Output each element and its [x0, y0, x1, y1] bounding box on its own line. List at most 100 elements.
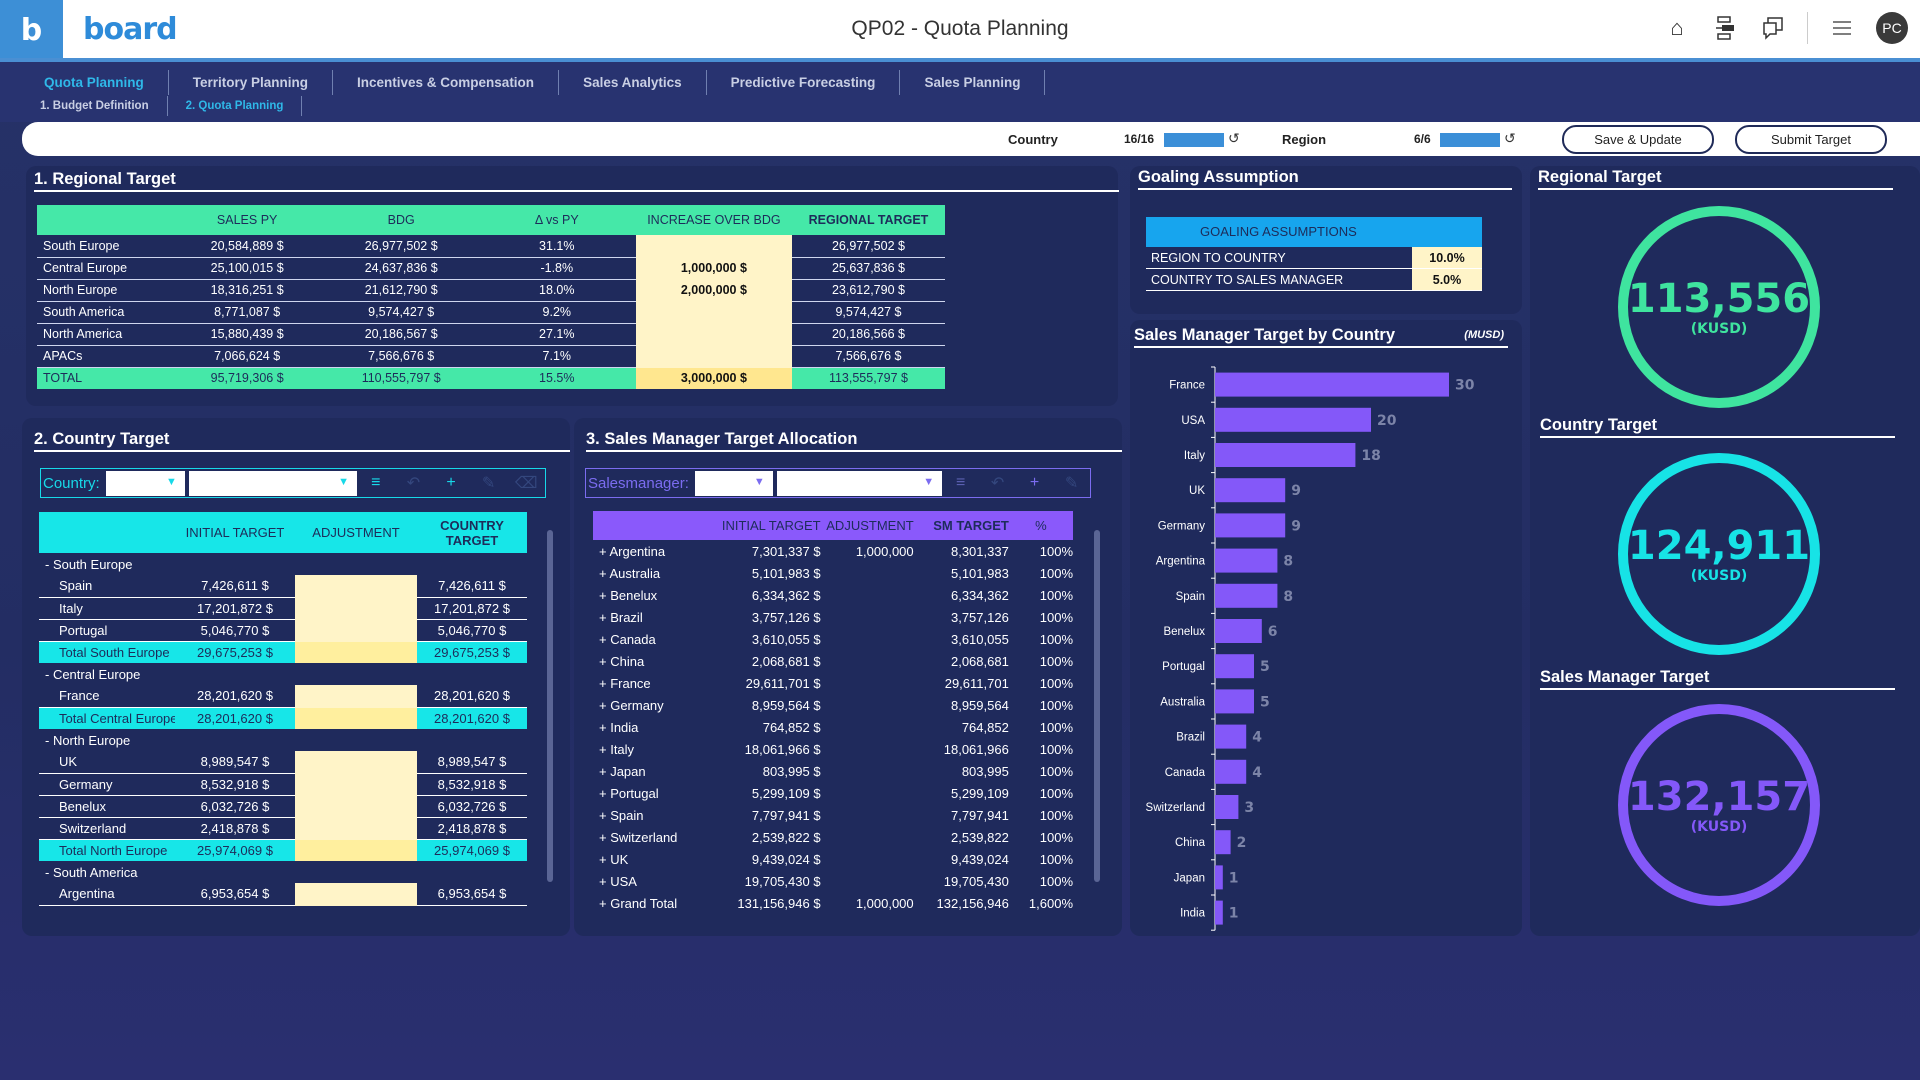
- country-select-2[interactable]: ▼: [188, 470, 358, 496]
- board-logo-icon[interactable]: b: [0, 0, 63, 60]
- salesmanager-select-2[interactable]: ▼: [776, 470, 943, 496]
- nav-tab[interactable]: Sales Analytics: [559, 70, 707, 95]
- bar[interactable]: [1215, 548, 1278, 573]
- nav-subtab[interactable]: 2. Quota Planning: [168, 96, 303, 116]
- country-table-scrollbar[interactable]: [547, 530, 553, 882]
- nav-tab[interactable]: Sales Planning: [900, 70, 1046, 95]
- region-filter-selector[interactable]: [1440, 133, 1500, 147]
- bar[interactable]: [1215, 795, 1239, 819]
- country-select-1[interactable]: ▼: [105, 470, 185, 496]
- expand-row-name[interactable]: + China: [593, 650, 717, 672]
- expand-row-name[interactable]: + Canada: [593, 628, 717, 650]
- group-name[interactable]: - Central Europe: [39, 663, 527, 685]
- adjustment-input[interactable]: [821, 628, 914, 650]
- group-name[interactable]: - South Europe: [39, 553, 527, 575]
- expand-row-name[interactable]: + India: [593, 716, 717, 738]
- user-avatar[interactable]: PC: [1876, 12, 1908, 44]
- adjustment-input[interactable]: [295, 817, 417, 840]
- bar[interactable]: [1215, 724, 1247, 749]
- adjustment-input[interactable]: [295, 751, 417, 774]
- expand-row-name[interactable]: + Benelux: [593, 584, 717, 606]
- bar[interactable]: [1215, 759, 1247, 784]
- nav-tab[interactable]: Territory Planning: [169, 70, 334, 95]
- add-icon[interactable]: +: [432, 474, 470, 492]
- group-name[interactable]: - South America: [39, 861, 527, 883]
- bar[interactable]: [1215, 478, 1286, 503]
- cell-increase[interactable]: 1,000,000 $: [635, 257, 792, 280]
- expand-row-name[interactable]: + USA: [593, 870, 717, 892]
- expand-row-name[interactable]: + Grand Total: [593, 892, 717, 914]
- adjustment-input[interactable]: [821, 650, 914, 672]
- cell-increase[interactable]: [635, 301, 792, 324]
- adjustment-input[interactable]: [821, 804, 914, 826]
- adjustment-input[interactable]: [821, 782, 914, 804]
- adjustment-input[interactable]: [295, 597, 417, 620]
- adjustment-input[interactable]: [295, 619, 417, 642]
- adjustment-input[interactable]: [295, 839, 417, 861]
- save-update-button[interactable]: Save & Update: [1562, 125, 1714, 154]
- adjustment-input[interactable]: [295, 707, 417, 729]
- cell-increase[interactable]: 2,000,000 $: [635, 279, 792, 302]
- expand-row-name[interactable]: + Portugal: [593, 782, 717, 804]
- bar[interactable]: [1215, 407, 1371, 432]
- cell-increase[interactable]: [635, 235, 792, 258]
- adjustment-input[interactable]: 1,000,000: [821, 540, 914, 562]
- adjustment-input[interactable]: [821, 760, 914, 782]
- add-icon[interactable]: +: [1016, 474, 1053, 492]
- expand-row-name[interactable]: + Spain: [593, 804, 717, 826]
- expand-row-name[interactable]: + Germany: [593, 694, 717, 716]
- country-to-sm-input[interactable]: 5.0%: [1412, 269, 1482, 290]
- adjustment-input[interactable]: [821, 870, 914, 892]
- nav-subtab[interactable]: 1. Budget Definition: [22, 96, 168, 116]
- bar[interactable]: [1215, 654, 1254, 679]
- expand-row-name[interactable]: + Brazil: [593, 606, 717, 628]
- expand-row-name[interactable]: + Argentina: [593, 540, 717, 562]
- sm-table-scrollbar[interactable]: [1094, 530, 1100, 882]
- adjustment-input[interactable]: [295, 685, 417, 708]
- edit-icon[interactable]: ✎: [1053, 473, 1090, 493]
- adjustment-input[interactable]: [821, 716, 914, 738]
- undo-icon[interactable]: ↶: [979, 473, 1016, 493]
- adjustment-input[interactable]: [821, 562, 914, 584]
- screen-list-icon[interactable]: [1711, 14, 1739, 42]
- group-name[interactable]: - North Europe: [39, 729, 527, 751]
- adjustment-input[interactable]: [295, 773, 417, 796]
- adjustment-input[interactable]: [821, 738, 914, 760]
- bar[interactable]: [1215, 619, 1262, 643]
- adjustment-input[interactable]: [821, 694, 914, 716]
- adjustment-input[interactable]: 1,000,000: [821, 892, 914, 914]
- expand-row-name[interactable]: + Australia: [593, 562, 717, 584]
- adjustment-input[interactable]: [295, 575, 417, 598]
- adjustment-input[interactable]: [821, 826, 914, 848]
- adjustment-input[interactable]: [295, 883, 417, 906]
- home-icon[interactable]: ⌂: [1663, 14, 1691, 42]
- eraser-icon[interactable]: ⌫: [507, 473, 545, 493]
- adjustment-input[interactable]: [295, 795, 417, 818]
- adjustment-input[interactable]: [295, 641, 417, 663]
- expand-row-name[interactable]: + UK: [593, 848, 717, 870]
- chat-icon[interactable]: [1759, 14, 1787, 42]
- bar[interactable]: [1215, 900, 1223, 925]
- cell-increase[interactable]: 3,000,000 $: [635, 367, 792, 389]
- undo-icon[interactable]: ↶: [395, 473, 433, 493]
- adjustment-input[interactable]: [821, 606, 914, 628]
- adjustment-input[interactable]: [821, 848, 914, 870]
- expand-row-name[interactable]: + Italy: [593, 738, 717, 760]
- expand-row-name[interactable]: + France: [593, 672, 717, 694]
- bar[interactable]: [1215, 443, 1356, 467]
- nav-tab[interactable]: Quota Planning: [22, 70, 169, 95]
- hamburger-menu-icon[interactable]: [1828, 14, 1856, 42]
- nav-tab[interactable]: Incentives & Compensation: [333, 70, 560, 95]
- country-filter-selector[interactable]: [1164, 133, 1224, 147]
- adjustment-input[interactable]: [821, 584, 914, 606]
- bar[interactable]: [1215, 689, 1254, 714]
- salesmanager-select-1[interactable]: ▼: [694, 470, 773, 496]
- cell-increase[interactable]: [635, 323, 792, 346]
- edit-icon[interactable]: ✎: [470, 473, 508, 493]
- bar[interactable]: [1215, 583, 1278, 608]
- nav-tab[interactable]: Predictive Forecasting: [707, 70, 901, 95]
- filter-icon[interactable]: ≡: [942, 474, 979, 492]
- cell-increase[interactable]: [635, 345, 792, 368]
- bar[interactable]: [1215, 830, 1231, 855]
- adjustment-input[interactable]: [821, 672, 914, 694]
